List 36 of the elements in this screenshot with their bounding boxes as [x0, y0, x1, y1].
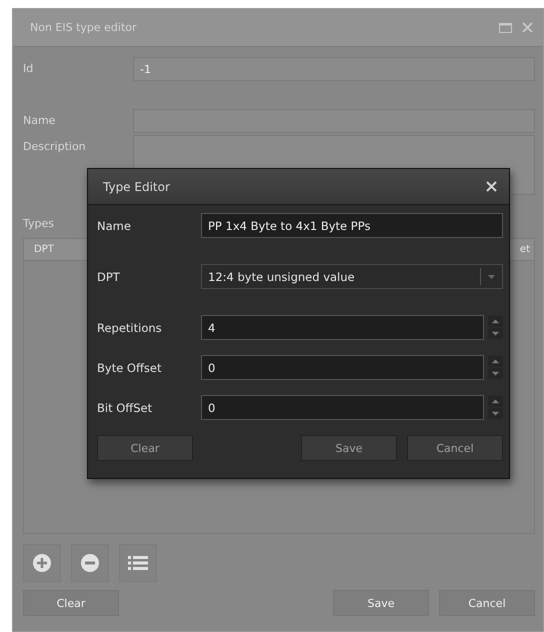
name-field[interactable]: PP 1x4 Byte to 4x1 Byte PPs	[201, 213, 503, 238]
action-button[interactable]: Cancel	[439, 590, 535, 616]
field-label: Name	[97, 218, 132, 232]
action-button[interactable]: Save	[333, 590, 429, 616]
input-field[interactable]: -1	[133, 57, 535, 81]
maximize-icon[interactable]	[499, 22, 512, 32]
column-header: DPT	[34, 244, 54, 255]
window-title: Non EIS type editor	[30, 21, 138, 34]
field-label: Description	[23, 139, 87, 153]
list-icon	[128, 555, 148, 571]
dialog-title: Type Editor	[103, 180, 171, 194]
action-button[interactable]: Save	[301, 435, 397, 461]
number-field[interactable]: 0	[201, 355, 484, 380]
plus-circle-icon	[32, 553, 52, 573]
action-button[interactable]: Cancel	[407, 435, 503, 461]
field-label: Bit OffSet	[97, 400, 154, 414]
field-label: Byte Offset	[97, 360, 162, 374]
number-field[interactable]: 0	[201, 395, 484, 420]
list-button[interactable]	[119, 544, 157, 582]
field-label: Name	[23, 113, 56, 127]
spinner-arrows-icon[interactable]	[488, 355, 503, 380]
types-label: Types	[23, 217, 54, 230]
dpt-dropdown[interactable]: 12:4 byte unsigned value	[201, 264, 503, 289]
action-button[interactable]: Clear	[97, 435, 193, 461]
field-label: Repetitions	[97, 320, 163, 334]
remove-button[interactable]	[71, 544, 109, 582]
field-label: DPT	[97, 270, 121, 284]
column-header: et	[520, 244, 530, 255]
action-button[interactable]: Clear	[23, 590, 119, 616]
field-label: Id	[23, 61, 34, 75]
minus-circle-icon	[80, 553, 100, 573]
add-button[interactable]	[23, 544, 61, 582]
spinner-arrows-icon[interactable]	[488, 395, 503, 420]
number-field[interactable]: 4	[201, 315, 484, 340]
close-icon[interactable]	[486, 181, 497, 192]
spinner-arrows-icon[interactable]	[488, 315, 503, 340]
